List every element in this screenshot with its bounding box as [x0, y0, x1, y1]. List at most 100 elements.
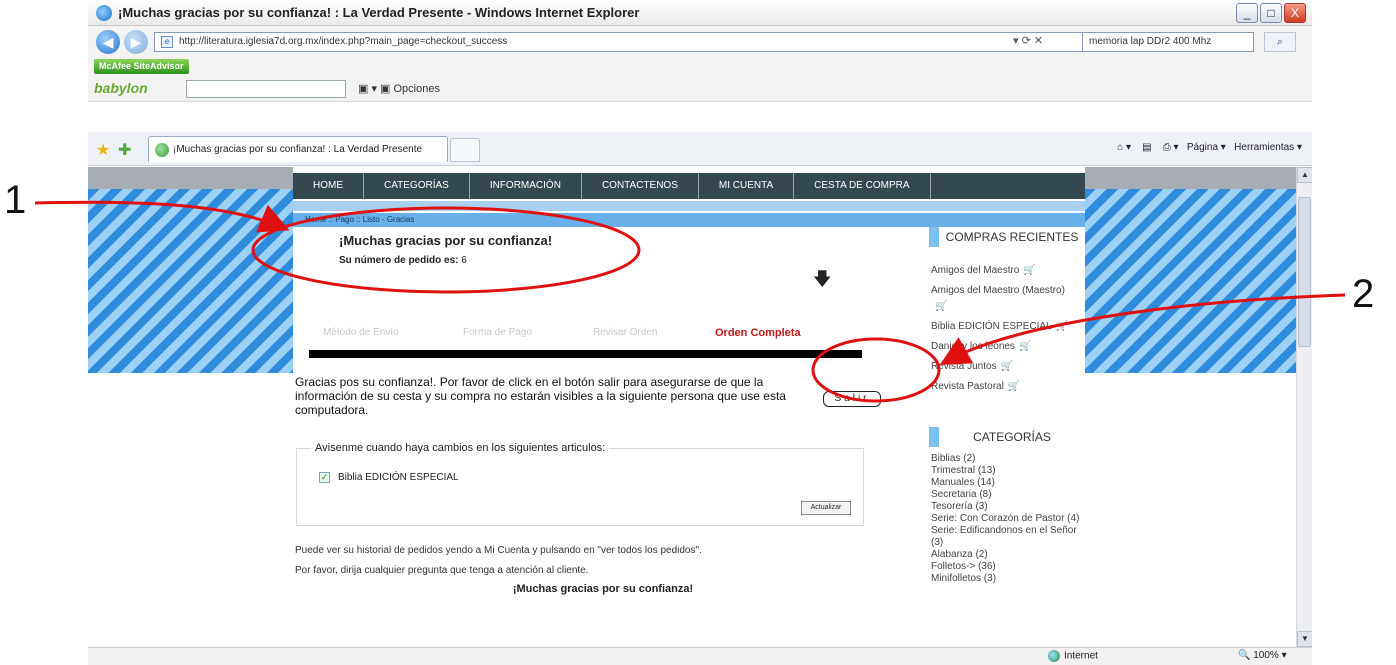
tab-label: ¡Muchas gracias por su confianza! : La V…	[173, 144, 423, 155]
security-zone: Internet	[1048, 650, 1098, 662]
recent-item[interactable]: Amigos del Maestro (Maestro) 🛒	[931, 283, 1081, 315]
add-favorite-icon[interactable]: ✚	[118, 140, 131, 160]
status-bar: Internet 🔍 100% ▾	[88, 647, 1312, 665]
back-arrow-icon[interactable]: ◀	[96, 30, 120, 54]
step-revisar: Revisar Orden	[593, 327, 658, 338]
mcafee-toolbar: McAfee SiteAdvisor	[88, 56, 1312, 76]
cart-icon[interactable]: 🛒	[1019, 341, 1031, 352]
refresh-stop-icons[interactable]: ▾ ⟳ ✕	[1013, 34, 1043, 47]
cart-icon[interactable]: 🛒	[935, 301, 947, 312]
title-bar: ¡Muchas gracias por su confianza! : La V…	[88, 0, 1312, 26]
minimize-button[interactable]: _	[1236, 3, 1258, 23]
scroll-down-icon[interactable]: ▼	[1297, 631, 1312, 647]
step-completa: Orden Completa	[715, 327, 801, 339]
forward-arrow-icon[interactable]: ▶	[124, 30, 148, 54]
pagina-menu[interactable]: Página	[1187, 142, 1218, 153]
order-number-line: Su número de pedido es: 6	[339, 255, 467, 266]
arrow-down-icon: 🡇	[813, 269, 832, 289]
step-envio: Método de Envío	[323, 327, 399, 338]
site-page: HOME CATEGORÍAS INFORMACIÓN CONTACTENOS …	[293, 167, 1085, 647]
cart-icon[interactable]: 🛒	[1056, 321, 1068, 332]
category-item[interactable]: Minifolletos (3)	[931, 573, 1081, 585]
mcafee-button[interactable]: McAfee SiteAdvisor	[94, 59, 189, 74]
recent-item-label: Amigos del Maestro (Maestro)	[931, 285, 1065, 296]
breadcrumb[interactable]: Home :: Pago :: Listo - Gracias	[293, 213, 1085, 227]
thanks-message: Gracias pos su confianza!. Por favor de …	[295, 375, 786, 417]
recent-item[interactable]: Biblia EDICIÓN ESPECIAL 🛒	[931, 319, 1081, 335]
new-tab-button[interactable]	[450, 138, 480, 162]
category-item[interactable]: Serie: Edificandonos en el Señor (3)	[931, 525, 1081, 549]
vertical-scrollbar[interactable]: ▲ ▼	[1296, 167, 1312, 647]
screenshot-stage: ¡Muchas gracias por su confianza! : La V…	[0, 0, 1396, 665]
scroll-thumb[interactable]	[1298, 197, 1311, 347]
print-icon[interactable]: ⎙ ▾	[1163, 142, 1179, 153]
cart-icon[interactable]: 🛒	[1008, 381, 1020, 392]
favorites-star-icon[interactable]: ★	[96, 140, 110, 160]
cart-icon[interactable]: 🛒	[1001, 361, 1013, 372]
active-tab[interactable]: ¡Muchas gracias por su confianza! : La V…	[148, 136, 448, 162]
category-item[interactable]: Secretaria (8)	[931, 489, 1081, 501]
address-bar-row: ◀ ▶ e http://literatura.iglesia7d.org.mx…	[88, 26, 1312, 56]
actualizar-button[interactable]: Actualizar	[801, 501, 851, 515]
cart-icon[interactable]: 🛒	[1023, 265, 1035, 276]
step-pago: Forma de Pago	[463, 327, 532, 338]
globe-icon	[1048, 650, 1060, 662]
nav-home[interactable]: HOME	[293, 173, 364, 199]
opciones-button[interactable]: ▣ ▾ ▣ Opciones	[358, 82, 440, 95]
nav-cesta[interactable]: CESTA DE COMPRA	[794, 173, 931, 199]
address-input[interactable]: e http://literatura.iglesia7d.org.mx/ind…	[154, 32, 1108, 52]
recent-item-label: Revista Pastoral	[931, 381, 1004, 392]
nav-mi-cuenta[interactable]: MI CUENTA	[699, 173, 795, 199]
main-column: ¡Muchas gracias por su confianza! Su núm…	[293, 227, 913, 647]
scroll-up-icon[interactable]: ▲	[1297, 167, 1312, 183]
babylon-toolbar: babylon ▣ ▾ ▣ Opciones	[88, 76, 1312, 102]
category-item[interactable]: Manuales (14)	[931, 477, 1081, 489]
ie-logo-icon	[96, 5, 112, 21]
notify-item-label: Biblia EDICIÓN ESPECIAL	[338, 472, 459, 483]
category-item[interactable]: Trimestral (13)	[931, 465, 1081, 477]
close-button[interactable]: X	[1284, 3, 1306, 23]
zoom-label: 100%	[1253, 650, 1279, 661]
recent-item[interactable]: Revista Pastoral 🛒	[931, 379, 1081, 395]
recent-item-label: Daniel y los leones	[931, 341, 1015, 352]
notify-checkbox[interactable]: ✓	[319, 472, 330, 483]
annotation-label-1: 1	[4, 178, 27, 222]
recent-item[interactable]: Amigos del Maestro 🛒	[931, 263, 1081, 279]
recent-item[interactable]: Daniel y los leones 🛒	[931, 339, 1081, 355]
category-item[interactable]: Tesorería (3)	[931, 501, 1081, 513]
nav-categorias[interactable]: CATEGORÍAS	[364, 173, 470, 199]
notify-legend: Avisenme cuando haya cambios en los sigu…	[311, 442, 610, 454]
categories-heading: CATEGORÍAS	[929, 427, 1085, 447]
salir-button[interactable]: Salir	[823, 391, 881, 407]
notify-fieldset: Avisenme cuando haya cambios en los sigu…	[296, 442, 864, 526]
opciones-label: Opciones	[393, 83, 440, 95]
history-text: Puede ver su historial de pedidos yendo …	[295, 545, 702, 556]
category-item[interactable]: Alabanza (2)	[931, 549, 1081, 561]
recent-list: Amigos del Maestro 🛒 Amigos del Maestro (…	[931, 263, 1081, 399]
zoom-control[interactable]: 🔍 100% ▾	[1238, 650, 1287, 661]
category-item[interactable]: Biblias (2)	[931, 453, 1081, 465]
order-number-value: 6	[461, 255, 467, 266]
contact-text: Por favor, dirija cualquier pregunta que…	[295, 565, 589, 576]
maximize-button[interactable]: □	[1260, 3, 1282, 23]
zone-label: Internet	[1064, 650, 1098, 662]
babylon-search-input[interactable]	[186, 80, 346, 98]
tabs-row: ★ ✚ ¡Muchas gracias por su confianza! : …	[88, 132, 1312, 166]
annotation-label-2: 2	[1352, 272, 1375, 316]
search-input[interactable]: memoria lap DDr2 400 Mhz	[1082, 32, 1254, 52]
herramientas-menu[interactable]: Herramientas	[1234, 142, 1294, 153]
recent-item[interactable]: Revista Juntos 🛒	[931, 359, 1081, 375]
feeds-icon[interactable]: ▤	[1142, 142, 1151, 153]
sub-bar	[293, 201, 1085, 211]
category-item[interactable]: Folletos-> (36)	[931, 561, 1081, 573]
sidebar: COMPRAS RECIENTES Amigos del Maestro 🛒 Am…	[929, 227, 1085, 647]
checkout-steps: Método de Envío Forma de Pago Revisar Or…	[323, 327, 883, 343]
nav-informacion[interactable]: INFORMACIÓN	[470, 173, 582, 199]
category-item[interactable]: Serie: Con Corazón de Pastor (4)	[931, 513, 1081, 525]
search-icon[interactable]: ⌕	[1264, 32, 1296, 52]
checkout-progress-bar	[309, 350, 862, 358]
nav-contactenos[interactable]: CONTACTENOS	[582, 173, 699, 199]
recent-heading: COMPRAS RECIENTES	[929, 227, 1085, 247]
footer-thanks: ¡Muchas gracias por su confianza!	[512, 583, 694, 595]
home-icon[interactable]: ⌂ ▾	[1117, 142, 1131, 153]
